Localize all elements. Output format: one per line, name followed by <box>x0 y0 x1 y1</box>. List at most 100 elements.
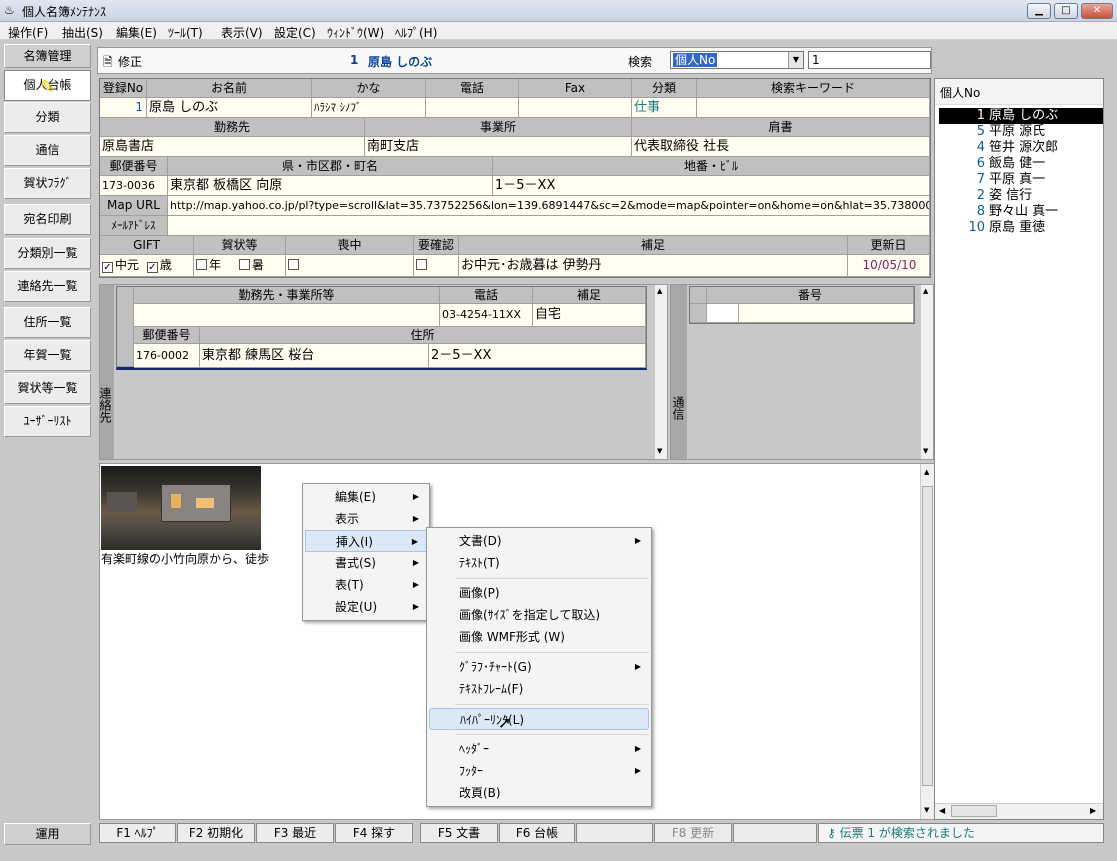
nav-item-user-list[interactable]: ﾕｰｻﾞｰﾘｽﾄ <box>4 406 91 437</box>
list-item[interactable]: 5 平原 源氏 <box>939 124 1103 140</box>
search-input[interactable]: 1 <box>808 51 931 69</box>
f2-init-button[interactable]: F2 初期化 <box>177 823 255 843</box>
gift-chugen-checkbox[interactable]: ✓ <box>102 262 113 273</box>
menu-tools[interactable]: ﾂｰﾙ(T) <box>168 24 203 41</box>
chevron-down-icon[interactable]: ▼ <box>788 52 803 68</box>
category-field[interactable]: 仕事 <box>632 98 697 118</box>
nav-item-newyear-list[interactable]: 年賀一覧 <box>4 340 91 371</box>
reg-no-field[interactable]: 1 <box>100 98 147 118</box>
f9-empty-button[interactable] <box>733 823 817 843</box>
map-url-field[interactable]: http://map.yahoo.co.jp/pl?type=scroll&la… <box>168 196 930 216</box>
scroll-thumb[interactable] <box>922 486 933 786</box>
nav-item-greeting-flag[interactable]: 賀状ﾌﾗｸﾞ <box>4 168 91 199</box>
menu-extract[interactable]: 抽出(S) <box>62 24 103 41</box>
comms-value-field[interactable] <box>739 304 914 323</box>
f3-recent-button[interactable]: F3 最近 <box>256 823 334 843</box>
f1-help-button[interactable]: F1 ﾍﾙﾌﾟ <box>99 823 176 843</box>
list-item[interactable]: 4 笹井 源次郎 <box>939 140 1103 156</box>
greeting-newyear-checkbox[interactable] <box>196 259 207 270</box>
contact-phone-field[interactable]: 03-4254-11XX <box>440 304 533 327</box>
sub-item-image-sized[interactable]: 画像(ｻｲｽﾞを指定して取込) <box>429 604 649 626</box>
phone-field[interactable] <box>426 98 519 118</box>
nav-item-comms[interactable]: 通信 <box>4 135 91 166</box>
f6-ledger-button[interactable]: F6 台帳 <box>499 823 575 843</box>
nav-item-greeting-list[interactable]: 賀状等一覧 <box>4 373 91 404</box>
mourning-checkbox[interactable] <box>288 259 299 270</box>
search-field-select[interactable]: 個人No ▼ <box>670 51 804 69</box>
ctx-item-settings[interactable]: 設定(U) ▶ <box>305 596 427 618</box>
company-field[interactable]: 原島書店 <box>100 137 365 157</box>
menu-window[interactable]: ｳｨﾝﾄﾞｳ(W) <box>327 24 384 41</box>
nav-item-address-list[interactable]: 住所一覧 <box>4 307 91 338</box>
scroll-left-icon[interactable]: ◀ <box>939 806 945 815</box>
menu-settings[interactable]: 設定(C) <box>274 24 316 41</box>
nav-item-category[interactable]: 分類 <box>4 102 91 133</box>
ctx-item-view[interactable]: 表示 ▶ <box>305 508 427 530</box>
greeting-summer-checkbox[interactable] <box>238 259 250 270</box>
memo-scrollbar[interactable]: ▲ ▼ <box>920 464 934 819</box>
keyword-field[interactable] <box>697 98 930 118</box>
nav-item-contact-list[interactable]: 連絡先一覧 <box>4 271 91 302</box>
nav-footer-operation[interactable]: 運用 <box>4 823 91 845</box>
sub-item-text[interactable]: ﾃｷｽﾄ(T) <box>429 552 649 574</box>
scroll-up-icon[interactable]: ▲ <box>657 287 662 295</box>
contact-zip-field[interactable]: 176-0002 <box>134 344 200 368</box>
confirm-checkbox[interactable] <box>416 259 427 270</box>
zip-field[interactable]: 173-0036 <box>100 176 168 196</box>
sub-item-chart[interactable]: ｸﾞﾗﾌ･ﾁｬｰﾄ(G) ▶ <box>429 656 649 678</box>
ctx-item-insert[interactable]: 挿入(I) ▶ <box>305 530 427 552</box>
comms-scrollbar[interactable]: ▲ ▼ <box>920 285 933 459</box>
scroll-down-icon[interactable]: ▼ <box>657 447 662 455</box>
title-field[interactable]: 代表取締役 社長 <box>632 137 930 157</box>
contact-pref-field[interactable]: 東京都 練馬区 桜台 <box>200 344 429 368</box>
contact-note-field[interactable]: 自宅 <box>533 304 646 327</box>
nav-item-category-list[interactable]: 分類別一覧 <box>4 238 91 269</box>
scroll-up-icon[interactable]: ▲ <box>924 468 929 476</box>
scroll-down-icon[interactable]: ▼ <box>924 806 929 814</box>
close-button[interactable]: ✕ <box>1081 3 1113 19</box>
sub-item-textframe[interactable]: ﾃｷｽﾄﾌﾚｰﾑ(F) <box>429 678 649 700</box>
list-item[interactable]: 10 原島 重徳 <box>939 220 1103 236</box>
sub-item-image[interactable]: 画像(P) <box>429 582 649 604</box>
sub-item-document[interactable]: 文書(D) ▶ <box>429 530 649 552</box>
name-field[interactable]: 原島 しのぶ <box>147 98 312 118</box>
contacts-scrollbar[interactable]: ▲ ▼ <box>654 285 667 459</box>
scroll-up-icon[interactable]: ▲ <box>923 287 928 295</box>
sub-item-footer[interactable]: ﾌｯﾀｰ ▶ <box>429 760 649 782</box>
pref-field[interactable]: 東京都 板橋区 向原 <box>168 176 493 196</box>
menu-help[interactable]: ﾍﾙﾌﾟ(H) <box>395 24 437 41</box>
kana-field[interactable]: ﾊﾗｼﾏ ｼﾉﾌﾞ <box>312 98 426 118</box>
list-item[interactable]: 7 平原 真一 <box>939 172 1103 188</box>
sub-item-hyperlink[interactable]: ﾊｲﾊﾟｰﾘﾝｸ(L) <box>429 708 649 730</box>
menu-edit[interactable]: 編集(E) <box>116 24 157 41</box>
sub-item-header[interactable]: ﾍｯﾀﾞｰ ▶ <box>429 738 649 760</box>
mail-field[interactable] <box>168 216 930 236</box>
f8-update-button[interactable]: F8 更新 <box>654 823 732 843</box>
list-item[interactable]: 2 姿 信行 <box>939 188 1103 204</box>
office-field[interactable]: 南町支店 <box>365 137 632 157</box>
menu-view[interactable]: 表示(V) <box>221 24 263 41</box>
gift-seibo-checkbox[interactable]: ✓ <box>146 262 158 273</box>
minimize-button[interactable]: ▁ <box>1027 3 1051 19</box>
ctx-item-edit[interactable]: 編集(E) ▶ <box>305 486 427 508</box>
comms-number-field[interactable] <box>707 304 739 323</box>
list-hscrollbar[interactable]: ◀ ▶ <box>935 803 1103 819</box>
f4-search-button[interactable]: F4 探す <box>335 823 413 843</box>
f5-document-button[interactable]: F5 文書 <box>420 823 498 843</box>
sub-item-pagebreak[interactable]: 改頁(B) <box>429 782 649 804</box>
nav-item-label-print[interactable]: 宛名印刷 <box>4 204 91 235</box>
list-item[interactable]: 8 野々山 真一 <box>939 204 1103 220</box>
list-header[interactable]: 個人No <box>935 79 1103 105</box>
scroll-thumb[interactable] <box>951 805 997 817</box>
note-field[interactable]: お中元･お歳暮は 伊勢丹 <box>459 255 848 277</box>
contact-company-field[interactable] <box>134 304 440 327</box>
contact-row-selector[interactable] <box>117 287 134 367</box>
list-item[interactable]: 1 原島 しのぶ <box>939 108 1103 124</box>
ctx-item-table[interactable]: 表(T) ▶ <box>305 574 427 596</box>
addr2-field[interactable]: 1－5－XX <box>493 176 930 196</box>
comms-row-selector[interactable] <box>690 304 707 323</box>
contact-addr2-field[interactable]: 2－5－XX <box>429 344 646 368</box>
scroll-down-icon[interactable]: ▼ <box>923 447 928 455</box>
f7-empty-button[interactable] <box>576 823 653 843</box>
sub-item-image-wmf[interactable]: 画像 WMF形式 (W) <box>429 626 649 648</box>
